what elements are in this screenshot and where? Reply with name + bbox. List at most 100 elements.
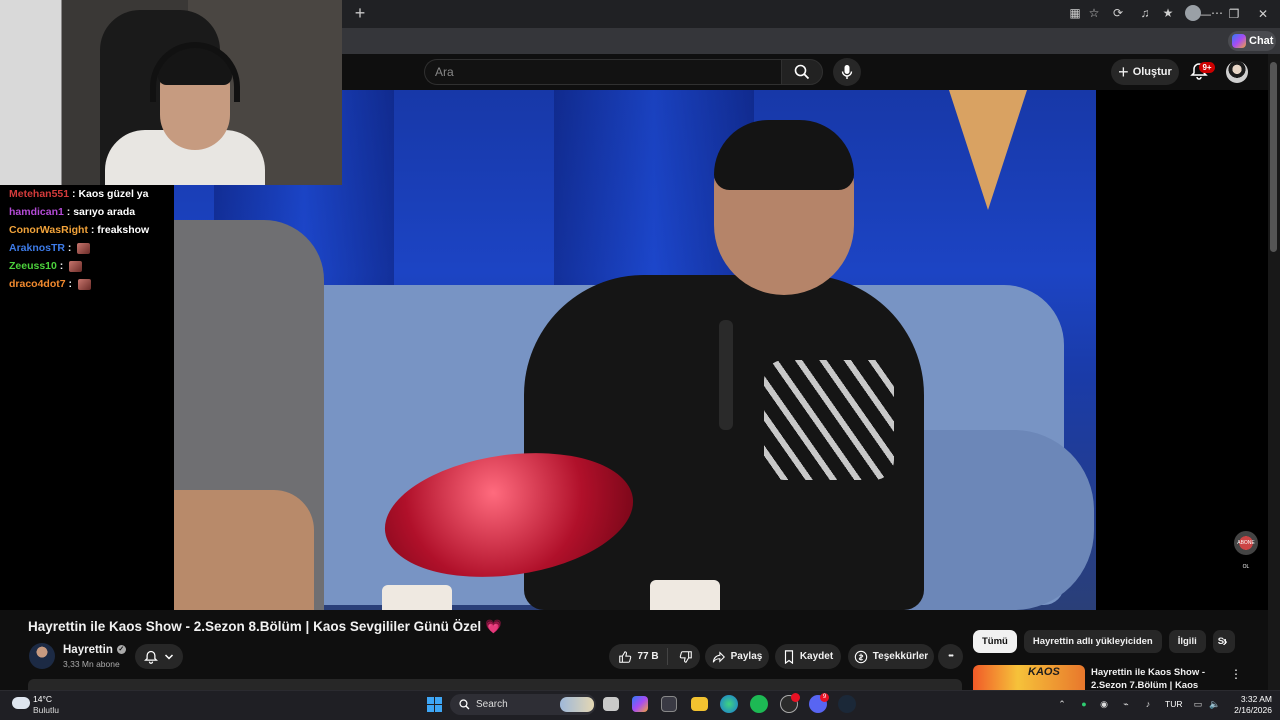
emote-icon — [69, 260, 83, 272]
recommended-more-icon[interactable]: ⋮ — [1230, 665, 1242, 683]
more-actions-button[interactable]: ••• — [938, 644, 963, 669]
search-icon — [794, 64, 810, 80]
chat-text: sarıyo arada — [73, 206, 136, 218]
video-person-hair — [714, 120, 854, 190]
monitor-tray-icon[interactable]: ▭ — [1192, 698, 1204, 710]
emote-icon — [77, 242, 91, 254]
account-avatar[interactable] — [1226, 61, 1248, 83]
chat-username: Metehan551 — [9, 188, 70, 200]
spotify-icon[interactable] — [750, 695, 768, 713]
chat-username: AraknosTR — [9, 242, 66, 254]
super-thanks-icon — [854, 650, 868, 663]
microphone-tray-icon[interactable]: ♪ — [1142, 698, 1154, 710]
channel-name-text: Hayrettin — [63, 644, 113, 656]
search-highlight-image — [560, 697, 594, 712]
extension-music-icon[interactable]: ♫ — [1137, 5, 1153, 21]
steam-icon[interactable] — [838, 695, 856, 713]
weather-description[interactable]: Bulutlu — [33, 705, 59, 715]
chat-text: Kaos güzel ya — [78, 188, 149, 200]
share-arrow-icon — [712, 650, 725, 663]
obs-notification-dot — [791, 693, 800, 702]
store-icon[interactable] — [661, 696, 677, 712]
copilot-app-icon[interactable] — [632, 696, 648, 712]
input-language[interactable]: TUR — [1165, 699, 1182, 709]
chip-from-uploader[interactable]: Hayrettin adlı yükleyiciden — [1023, 630, 1162, 653]
microphone-icon — [841, 65, 853, 79]
video-cup — [382, 585, 452, 610]
chip-related[interactable]: İlgili — [1168, 630, 1206, 653]
channel-avatar[interactable] — [29, 643, 55, 669]
copilot-chat-button[interactable]: Chat — [1228, 31, 1276, 51]
thumbs-down-icon — [679, 650, 692, 663]
taskbar-search[interactable]: Search — [450, 694, 596, 715]
voice-search-button[interactable] — [833, 58, 861, 86]
refresh-extension-icon[interactable]: ⟳ — [1110, 5, 1126, 21]
windows-logo-icon — [426, 696, 442, 712]
settings-more-icon[interactable]: ⋯ — [1209, 5, 1225, 21]
discord-badge: 9 — [820, 693, 829, 702]
chat-username: hamdican1 — [9, 206, 64, 218]
video-jacket-stripes — [764, 360, 894, 480]
restore-button[interactable]: ❐ — [1226, 6, 1242, 22]
chevron-right-icon[interactable]: › — [1216, 633, 1234, 651]
task-view-icon[interactable] — [603, 697, 619, 711]
search-button[interactable] — [781, 59, 823, 85]
chip-all[interactable]: Tümü — [973, 630, 1017, 653]
thumbnail-logo-text: KAOS — [1028, 666, 1060, 678]
share-label: Paylaş — [730, 651, 763, 662]
favorites-icon[interactable]: ★ — [1160, 5, 1176, 21]
verified-check-icon: ✓ — [116, 645, 126, 655]
like-count: 77 B — [637, 651, 659, 662]
chat-separator: : — [63, 206, 74, 218]
volume-icon[interactable]: 🔈 — [1209, 698, 1221, 710]
search-icon — [459, 699, 470, 710]
subscribe-watermark[interactable]: ABONE OL — [1234, 531, 1258, 570]
taskbar-date[interactable]: 2/16/2026 — [1222, 705, 1272, 715]
bell-icon — [144, 650, 158, 664]
chat-separator: : — [65, 242, 75, 254]
cloud-weather-icon[interactable] — [12, 697, 30, 709]
split-screen-icon[interactable]: ▦ — [1067, 5, 1083, 21]
video-cup — [650, 580, 720, 610]
favorite-star-icon[interactable]: ☆ — [1086, 5, 1102, 21]
scrollbar-thumb[interactable] — [1270, 62, 1277, 252]
close-window-button[interactable]: ✕ — [1255, 6, 1271, 22]
channel-name[interactable]: Hayrettin ✓ — [63, 644, 126, 656]
edge-browser-icon[interactable] — [720, 695, 738, 713]
notification-count-badge: 9+ — [1199, 62, 1215, 73]
subscription-bell-button[interactable] — [135, 644, 183, 669]
status-green-icon[interactable]: ● — [1078, 698, 1090, 710]
chat-username: Zeeuss10 — [9, 260, 57, 272]
profile-avatar-icon[interactable] — [1185, 5, 1201, 21]
chat-separator: : — [65, 278, 75, 290]
chat-message: draco4dot7 : — [9, 275, 165, 293]
chat-text: freakshow — [97, 224, 150, 236]
recommended-video-thumbnail[interactable]: KAOS — [973, 665, 1085, 690]
dislike-button[interactable] — [673, 650, 699, 664]
file-explorer-icon[interactable] — [691, 697, 708, 711]
subscriber-count: 3,33 Mn abone — [63, 659, 120, 669]
more-dots-icon: ••• — [948, 653, 953, 660]
save-label: Kaydet — [799, 651, 834, 662]
description-box[interactable] — [28, 679, 962, 690]
network-tray-icon[interactable]: ⌁ — [1120, 698, 1132, 710]
search-input[interactable]: Ara — [424, 59, 782, 85]
recommended-video-title[interactable]: Hayrettin ile Kaos Show - 2.Sezon 7.Bölü… — [1091, 666, 1219, 690]
taskbar-time[interactable]: 3:32 AM — [1232, 694, 1272, 704]
video-microphone — [719, 320, 733, 430]
thanks-button[interactable]: Teşekkürler — [848, 644, 934, 669]
stream-chat-overlay: Metehan551 : Kaos güzel ya hamdican1 : s… — [0, 185, 174, 610]
like-button[interactable]: 77 B — [610, 648, 668, 665]
new-tab-button[interactable]: + — [350, 4, 370, 24]
save-button[interactable]: Kaydet — [775, 644, 841, 669]
related-filter-chips: Tümü Hayrettin adlı yükleyiciden İlgili … — [973, 630, 1235, 653]
chevron-up-icon[interactable]: ⌃ — [1056, 698, 1068, 710]
share-button[interactable]: Paylaş — [705, 644, 769, 669]
steam-tray-icon[interactable]: ◉ — [1098, 698, 1110, 710]
chat-separator: : — [56, 260, 67, 272]
video-person-left-knee — [174, 490, 314, 610]
emote-icon — [77, 278, 91, 290]
weather-temperature[interactable]: 14°C — [33, 694, 52, 704]
create-button[interactable]: + Oluştur — [1111, 59, 1179, 85]
start-button[interactable] — [424, 694, 444, 714]
